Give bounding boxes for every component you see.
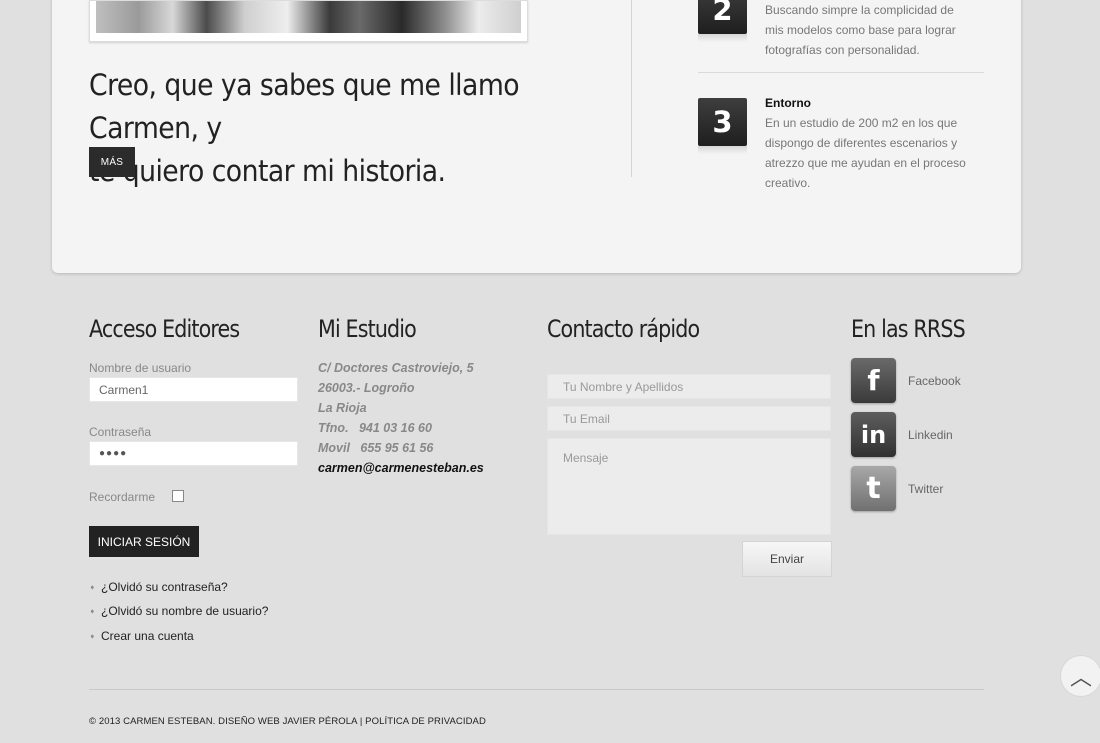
linkedin-link[interactable]: Linkedin	[908, 428, 953, 442]
remember-checkbox[interactable]	[172, 490, 184, 502]
mobile-line: Movil 655 95 61 56	[318, 441, 434, 455]
feature-number-badge: 3	[698, 98, 747, 146]
feature-title: Entorno	[765, 96, 811, 110]
password-label: Contraseña	[89, 425, 152, 439]
feature-text-line: Buscando simpre la complicidad de	[765, 3, 954, 17]
headline-line-2: te quiero contar mi historia.	[89, 154, 446, 188]
social-title: En las RRSS	[851, 315, 966, 343]
feature-divider	[698, 72, 984, 73]
badge-reflection	[698, 146, 747, 154]
studio-title: Mi Estudio	[318, 315, 417, 343]
link-label[interactable]: Crear una cuenta	[101, 629, 194, 643]
facebook-icon[interactable]: f	[851, 358, 896, 403]
forgot-username-link[interactable]: ➧ ¿Olvidó su nombre de usuario?	[89, 604, 268, 618]
feature-description: En un estudio de 200 m2 en los que dispo…	[765, 113, 985, 193]
address-line: La Rioja	[318, 401, 367, 415]
feature-text-line: fotografías con personalidad.	[765, 43, 920, 57]
feature-description: Buscando simpre la complicidad de mis mo…	[765, 0, 985, 60]
feature-text-line: dispongo de diferentes escenarios y	[765, 136, 958, 150]
login-button[interactable]: INICIAR SESIÓN	[89, 526, 199, 557]
scroll-to-top-button[interactable]: ︿	[1060, 655, 1100, 697]
feature-text-line: En un estudio de 200 m2 en los que	[765, 116, 958, 130]
portrait-photo	[89, 0, 528, 42]
create-account-link[interactable]: ➧ Crear una cuenta	[89, 629, 194, 643]
twitter-link[interactable]: Twitter	[908, 482, 943, 496]
name-input[interactable]: Tu Nombre y Apellidos	[547, 374, 831, 399]
feature-text-line: mis modelos como base para lograr	[765, 23, 956, 37]
password-input[interactable]: ●●●●	[89, 441, 298, 466]
more-button[interactable]: MÁS	[89, 147, 135, 177]
feature-number-badge: 2	[698, 0, 747, 34]
arrow-bullet-icon: ➧	[89, 607, 96, 616]
contact-title: Contacto rápido	[547, 315, 700, 343]
username-label: Nombre de usuario	[89, 361, 192, 375]
facebook-link[interactable]: Facebook	[908, 374, 961, 388]
chevron-up-icon: ︿	[1069, 665, 1092, 690]
footer-divider	[89, 689, 984, 690]
portrait-image	[96, 1, 521, 33]
feature-text-line: creativo.	[765, 176, 811, 190]
arrow-bullet-icon: ➧	[89, 583, 96, 592]
address-line: C/ Doctores Castroviejo, 5	[318, 361, 474, 375]
address-line: 26003.- Logroño	[318, 381, 415, 395]
headline-line-1: Creo, que ya sabes que me llamo Carmen, …	[89, 68, 520, 145]
link-label[interactable]: ¿Olvidó su nombre de usuario?	[101, 604, 268, 618]
arrow-bullet-icon: ➧	[89, 632, 96, 641]
login-title: Acceso Editores	[89, 315, 240, 343]
send-button[interactable]: Enviar	[742, 541, 832, 577]
remember-label: Recordarme	[89, 490, 156, 504]
linkedin-icon[interactable]: in	[851, 412, 896, 457]
twitter-icon[interactable]: t	[851, 466, 896, 511]
feature-item: 3 Entorno En un estudio de 200 m2 en los…	[698, 96, 988, 198]
username-input[interactable]: Carmen1	[89, 377, 298, 402]
vertical-divider	[631, 0, 632, 177]
email-input[interactable]: Tu Email	[547, 406, 831, 431]
feature-item: 2 Buscando simpre la complicidad de mis …	[698, 0, 988, 66]
forgot-password-link[interactable]: ➧ ¿Olvidó su contraseña?	[89, 580, 228, 594]
copyright-text: © 2013 CARMEN ESTEBAN. DISEÑO WEB JAVIER…	[89, 716, 486, 727]
message-textarea[interactable]: Mensaje	[547, 438, 831, 535]
phone-line: Tfno. 941 03 16 60	[318, 421, 432, 435]
feature-text-line: atrezzo que me ayudan en el proceso	[765, 156, 966, 170]
email-link[interactable]: carmen@carmenesteban.es	[318, 461, 484, 475]
badge-reflection	[698, 34, 747, 42]
link-label[interactable]: ¿Olvidó su contraseña?	[101, 580, 228, 594]
hero-headline: Creo, que ya sabes que me llamo Carmen, …	[89, 64, 577, 193]
